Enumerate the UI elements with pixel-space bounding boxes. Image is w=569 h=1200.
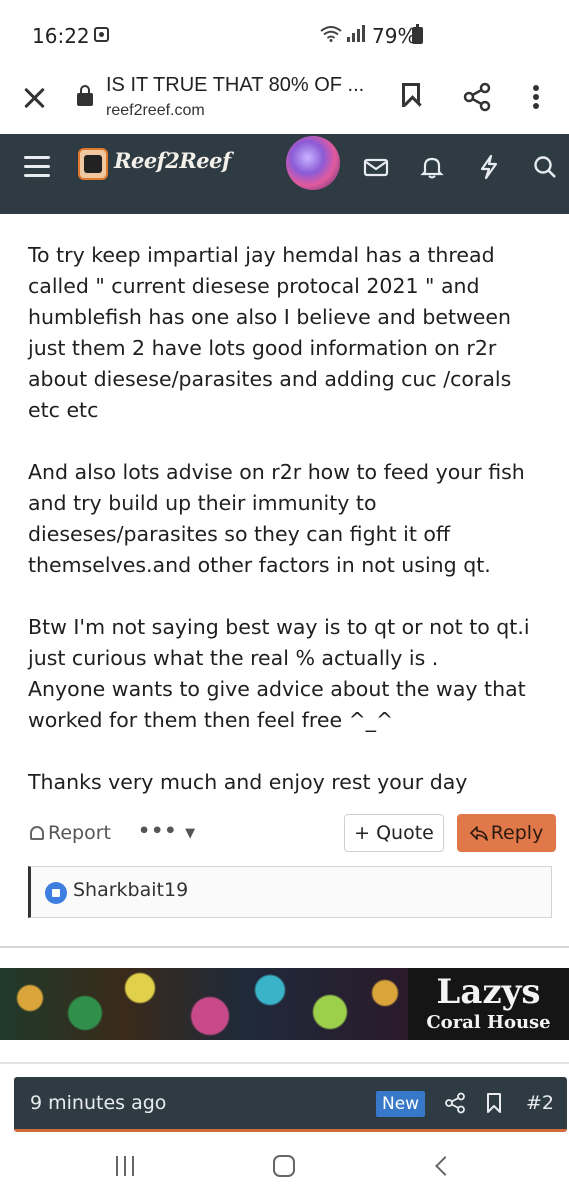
battery-icon — [412, 24, 423, 44]
post-body: To try keep impartial jay hemdal has a t… — [28, 240, 548, 829]
reactions-bar[interactable]: Sharkbait19 — [28, 866, 552, 918]
reply-button[interactable]: Reply — [457, 814, 556, 852]
more-actions-label: ••• — [138, 820, 178, 842]
search-icon[interactable] — [532, 154, 558, 180]
avatar[interactable] — [286, 136, 340, 190]
recents-icon[interactable] — [116, 1156, 136, 1176]
share-icon[interactable] — [444, 1092, 466, 1114]
ad-coral-image — [0, 968, 408, 1040]
ad-subtitle: Coral House — [426, 1012, 551, 1033]
more-actions-menu[interactable]: ••• ▼ — [138, 820, 196, 842]
ad-title: Lazys — [436, 972, 541, 1012]
site-logo[interactable]: Reef2Reef — [78, 148, 231, 182]
post-time[interactable]: 9 minutes ago — [30, 1092, 166, 1114]
bolt-icon[interactable] — [476, 154, 502, 180]
report-bell-icon — [30, 826, 44, 840]
post-actions: Report ••• ▼ + Quote Reply — [0, 812, 569, 856]
home-icon[interactable] — [273, 1155, 295, 1177]
menu-icon[interactable] — [24, 156, 50, 178]
new-badge: New — [376, 1091, 426, 1117]
mail-icon[interactable] — [363, 154, 389, 180]
ad-banner[interactable]: Lazys Coral House — [0, 968, 569, 1040]
share-icon[interactable] — [462, 82, 492, 112]
status-bar: 16:22 79% — [0, 0, 569, 68]
system-nav-bar — [0, 1136, 569, 1200]
next-post-header: 9 minutes ago New #2 — [14, 1077, 567, 1132]
reply-icon — [469, 826, 488, 841]
post-paragraph: Thanks very much and enjoy rest your day — [28, 770, 468, 794]
caret-down-icon: ▼ — [185, 826, 197, 841]
more-vert-icon[interactable] — [528, 82, 544, 112]
close-icon[interactable] — [22, 86, 46, 110]
back-icon[interactable] — [435, 1156, 455, 1176]
logo-text: Reef2Reef — [114, 148, 231, 173]
site-nav: Reef2Reef — [0, 134, 569, 214]
divider — [0, 946, 569, 948]
reply-label: Reply — [490, 822, 544, 844]
page-title[interactable]: IS IT TRUE THAT 80% OF ... — [106, 74, 376, 97]
battery-percent: 79% — [372, 24, 417, 48]
wifi-icon — [320, 26, 342, 42]
post-paragraph: Btw I'm not saying best way is to qt or … — [28, 615, 530, 732]
browser-toolbar: IS IT TRUE THAT 80% OF ... reef2reef.com — [0, 68, 569, 134]
post-paragraph: And also lots advise on r2r how to feed … — [28, 460, 525, 577]
divider — [0, 1062, 569, 1064]
report-label: Report — [48, 822, 111, 844]
post-number[interactable]: #2 — [526, 1092, 554, 1114]
lock-icon[interactable] — [77, 85, 93, 106]
logo-badge — [78, 148, 108, 180]
report-link[interactable]: Report — [30, 822, 111, 844]
bookmark-icon[interactable] — [486, 1092, 502, 1114]
signal-icon — [345, 24, 365, 42]
bookmark-icon[interactable] — [402, 83, 420, 107]
quote-button[interactable]: + Quote — [344, 814, 444, 852]
bell-icon[interactable] — [419, 154, 445, 180]
post-paragraph: To try keep impartial jay hemdal has a t… — [28, 243, 512, 422]
notification-icon — [94, 27, 109, 42]
reaction-user[interactable]: Sharkbait19 — [73, 879, 188, 901]
status-time: 16:22 — [32, 24, 90, 48]
like-icon — [45, 882, 67, 904]
page-domain[interactable]: reef2reef.com — [106, 102, 205, 120]
